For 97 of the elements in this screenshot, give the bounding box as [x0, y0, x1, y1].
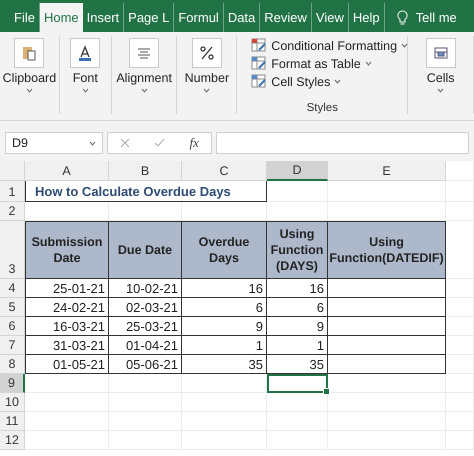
column-header[interactable]: E [328, 161, 446, 181]
empty-cell[interactable] [446, 279, 474, 298]
table-cell: 35 [182, 355, 267, 374]
row-header[interactable]: 12 [0, 431, 25, 450]
row-header[interactable]: 9 [0, 374, 25, 393]
table-format-icon [251, 56, 268, 71]
table-cell: 1 [267, 336, 328, 355]
select-all-corner[interactable] [0, 161, 25, 181]
table-cell: 16 [182, 279, 267, 298]
row-header[interactable]: 5 [0, 298, 25, 317]
font-color-icon [70, 38, 100, 68]
caret-icon [437, 88, 444, 93]
lightbulb-icon [396, 10, 408, 26]
table-cell: 35 [267, 355, 328, 374]
row-header[interactable]: 7 [0, 336, 25, 355]
ribbon-command[interactable]: Conditional Formatting [271, 38, 398, 52]
table-cell: 31-03-21 [25, 336, 109, 355]
align-icon [129, 38, 160, 68]
empty-cell[interactable] [328, 393, 446, 412]
empty-cell[interactable] [446, 202, 474, 221]
caret-icon [334, 79, 342, 84]
ribbon-button[interactable]: Font [72, 71, 98, 85]
caret-icon [82, 88, 89, 93]
table-cell: 1 [182, 336, 267, 355]
empty-cell[interactable] [446, 374, 474, 393]
check-icon[interactable] [154, 138, 166, 148]
row-header[interactable]: 11 [0, 412, 25, 431]
table-cell: 6 [267, 298, 328, 317]
table-cell: 01-05-21 [25, 355, 109, 374]
table-header-cell: Due Date [109, 221, 182, 279]
ribbon-command[interactable]: Cell Styles [271, 74, 330, 88]
column-header[interactable]: D [267, 161, 328, 181]
sheet-title: How to Calculate Overdue Days [25, 181, 267, 202]
empty-cell[interactable] [267, 181, 328, 202]
cell-styles-icon [251, 74, 268, 89]
table-header-cell: Overdue Days [182, 221, 267, 279]
cancel-icon[interactable] [120, 138, 130, 148]
empty-cell[interactable] [182, 374, 267, 393]
empty-cell[interactable] [109, 374, 182, 393]
caret-icon [140, 88, 148, 93]
table-cell: 25-01-21 [25, 279, 109, 298]
table-cell: 02-03-21 [109, 298, 182, 317]
ribbon-button[interactable]: Alignment [116, 71, 172, 85]
ribbon-button[interactable]: Number [184, 71, 230, 85]
empty-cell[interactable] [182, 393, 267, 412]
table-cell: 9 [182, 317, 267, 336]
active-cell[interactable] [267, 374, 328, 393]
row-header[interactable]: 3 [0, 221, 25, 279]
ribbon-button[interactable]: Clipboard [2, 71, 56, 85]
ribbon-button[interactable]: Cells [426, 71, 455, 85]
insert-function-button[interactable]: fx [190, 135, 199, 151]
row-header[interactable]: 1 [0, 181, 25, 202]
row-header[interactable]: 10 [0, 393, 25, 412]
row-header[interactable]: 6 [0, 317, 25, 336]
table-cell: 6 [182, 298, 267, 317]
conditional-format-icon [251, 38, 268, 53]
empty-cell[interactable] [446, 355, 474, 374]
tell-me-search[interactable]: Tell me [416, 10, 457, 25]
empty-cell[interactable] [446, 221, 474, 279]
table-cell: 01-04-21 [109, 336, 182, 355]
fill-handle[interactable] [323, 388, 330, 395]
row-header[interactable]: 8 [0, 355, 25, 374]
table-cell: 9 [267, 317, 328, 336]
empty-cell[interactable] [328, 181, 446, 202]
empty-cell[interactable] [446, 298, 474, 317]
caret-icon [89, 140, 96, 146]
table-header-cell: Submission Date [25, 221, 109, 279]
empty-cell[interactable] [446, 181, 474, 202]
percent-icon [192, 38, 222, 68]
caret-icon [26, 88, 33, 93]
empty-cell[interactable] [328, 374, 446, 393]
empty-cell[interactable] [446, 317, 474, 336]
name-box[interactable]: D9 [5, 132, 103, 154]
table-cell: 16 [267, 279, 328, 298]
table-cell: 05-06-21 [109, 355, 182, 374]
formula-field[interactable] [216, 132, 469, 154]
caret-icon [401, 43, 408, 48]
table-cell: 10-02-21 [109, 279, 182, 298]
column-header[interactable]: A [25, 161, 109, 181]
caret-icon [203, 88, 210, 93]
empty-cell[interactable] [267, 393, 328, 412]
empty-cell[interactable] [446, 336, 474, 355]
table-header-cell: Using Function(DATEDIF) [328, 221, 446, 279]
column-header[interactable]: B [109, 161, 182, 181]
clipboard-icon [14, 38, 44, 68]
row-header[interactable]: 2 [0, 202, 25, 221]
column-header[interactable]: C [182, 161, 267, 181]
ribbon-command[interactable]: Format as Table [271, 56, 361, 70]
table-cell: 16-03-21 [25, 317, 109, 336]
table-header-cell: Using Function (DAYS) [267, 221, 328, 279]
cells-icon [426, 38, 456, 68]
caret-icon [364, 61, 372, 66]
table-cell: 24-02-21 [25, 298, 109, 317]
table-cell: 25-03-21 [109, 317, 182, 336]
row-header[interactable]: 4 [0, 279, 25, 298]
ribbon-tab[interactable]: Home [40, 3, 83, 32]
group-label: Styles [306, 102, 338, 114]
